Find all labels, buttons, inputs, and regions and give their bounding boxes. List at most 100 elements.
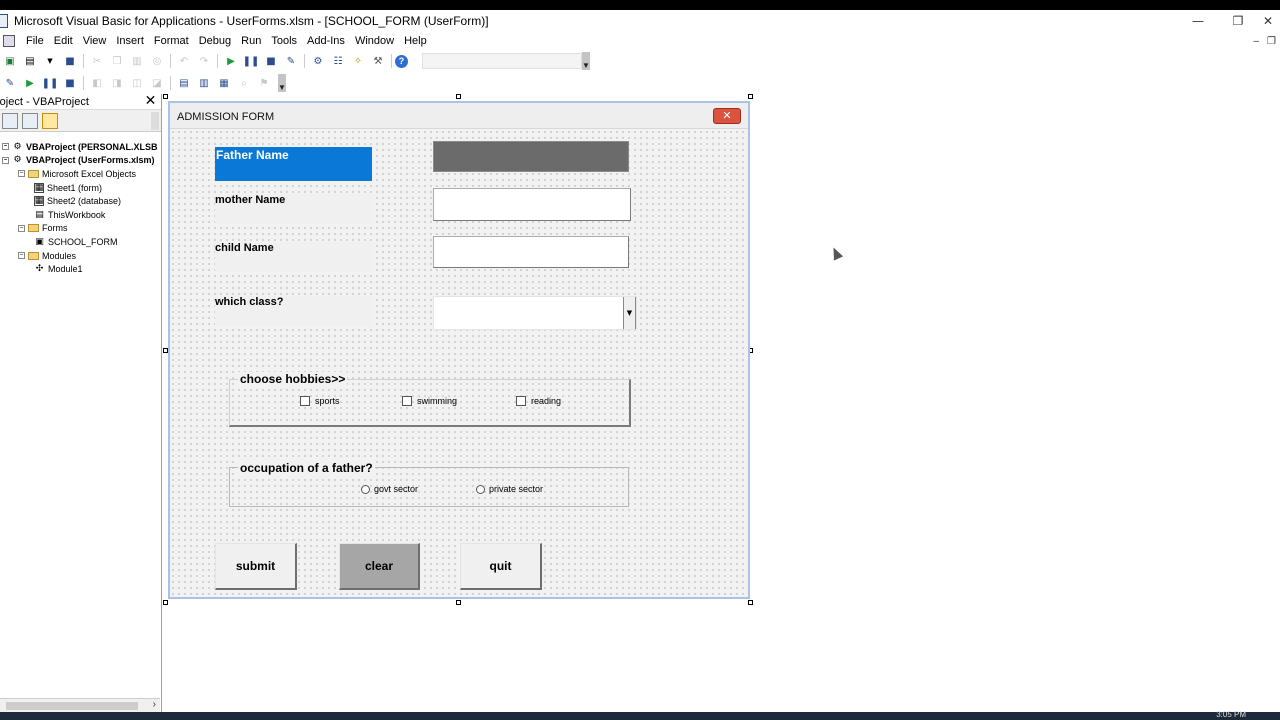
tree-item[interactable]: ▤ ThisWorkbook [0, 208, 161, 222]
tree-collapse-icon[interactable]: – [18, 252, 25, 260]
tree-item[interactable]: – Modules [0, 249, 161, 263]
menu-window[interactable]: Window [350, 35, 399, 47]
userform-admission[interactable]: ADMISSION FORM ✕ Father Name mother Name… [168, 101, 750, 599]
bring-front-icon[interactable]: ◧ [90, 76, 104, 90]
checkbox-icon[interactable] [516, 396, 526, 406]
help-icon[interactable]: ? [395, 54, 408, 68]
center-icon[interactable]: ▥ [197, 76, 211, 90]
tree-collapse-icon[interactable]: – [2, 143, 9, 151]
chevron-down-icon[interactable]: ▼ [623, 297, 636, 329]
menu-insert[interactable]: Insert [111, 35, 149, 47]
save-icon[interactable]: ■ [63, 54, 77, 68]
mdi-minimize-button[interactable]: – [1253, 36, 1259, 47]
resize-handle-nw[interactable] [163, 94, 168, 99]
zoom-icon[interactable]: ⌕ [237, 76, 251, 90]
tree-collapse-icon[interactable]: – [2, 156, 9, 164]
tree-item[interactable]: – Microsoft Excel Objects [0, 167, 161, 181]
undo-icon[interactable]: ↶ [177, 54, 191, 68]
radio-icon[interactable] [476, 484, 485, 494]
group-icon[interactable]: ◫ [130, 76, 144, 90]
make-same-size-icon[interactable]: ▦ [217, 76, 231, 90]
scroll-right-icon[interactable]: › [153, 699, 156, 710]
tree-item[interactable]: – ⚙ VBAProject (PERSONAL.XLSB [0, 140, 161, 154]
child-name-textbox[interactable] [433, 236, 629, 268]
send-back-icon[interactable]: ◨ [110, 76, 124, 90]
resize-handle-sw[interactable] [163, 600, 168, 605]
location-combo[interactable] [422, 53, 582, 69]
userform-close-button[interactable]: ✕ [713, 108, 741, 124]
class-combobox[interactable]: ▼ [433, 296, 637, 330]
run-form-icon[interactable]: ▶ [23, 76, 37, 90]
copy-icon[interactable]: ❐ [110, 54, 124, 68]
project-explorer-close-icon[interactable]: ✕ [144, 94, 157, 108]
menu-format[interactable]: Format [149, 35, 194, 47]
father-name-textbox[interactable] [433, 141, 629, 172]
resize-handle-s[interactable] [456, 600, 461, 605]
toolbar-options-icon[interactable]: ▼ [582, 52, 590, 70]
redo-icon[interactable]: ↷ [197, 54, 211, 68]
menu-tools[interactable]: Tools [266, 35, 302, 47]
view-object-icon[interactable] [22, 112, 38, 129]
which-class-label[interactable]: which class? [215, 296, 372, 326]
tree-item[interactable]: ▣ SCHOOL_FORM [0, 235, 161, 249]
ungroup-icon[interactable]: ◪ [150, 76, 164, 90]
properties-window-icon[interactable]: ☷ [331, 54, 345, 68]
checkbox-sports[interactable]: sports [300, 396, 340, 406]
close-window-button[interactable]: ✕ [1248, 10, 1280, 32]
userform-canvas[interactable]: Father Name mother Name child Name which… [170, 129, 748, 597]
child-name-label[interactable]: child Name [215, 242, 372, 272]
insert-userform-icon[interactable]: ▤ [23, 54, 37, 68]
break-icon[interactable]: ❚❚ [243, 54, 260, 68]
mother-name-textbox[interactable] [433, 188, 631, 221]
edit-mode-icon[interactable]: ✎ [3, 76, 17, 90]
resize-handle-se[interactable] [748, 600, 753, 605]
radio-private-sector[interactable]: private sector [476, 484, 543, 494]
stop-form-icon[interactable]: ■ [63, 76, 77, 90]
checkbox-icon[interactable] [300, 396, 310, 406]
checkbox-icon[interactable] [402, 396, 412, 406]
project-scrollbar[interactable] [151, 112, 159, 130]
toolbar2-options-icon[interactable]: ▼ [278, 74, 286, 92]
design-mode-icon[interactable]: ✎ [284, 54, 298, 68]
find-icon[interactable]: ◎ [150, 54, 164, 68]
tree-item[interactable]: – Forms [0, 222, 161, 236]
menu-edit[interactable]: Edit [49, 35, 78, 47]
tree-collapse-icon[interactable]: – [18, 224, 25, 232]
toggle-folders-icon[interactable] [42, 112, 58, 129]
resize-handle-ne[interactable] [748, 94, 753, 99]
clear-button[interactable]: clear [339, 543, 420, 590]
view-excel-icon[interactable]: ▣ [3, 54, 17, 68]
menu-view[interactable]: View [78, 35, 112, 47]
reset-icon[interactable]: ■ [264, 54, 278, 68]
project-explorer-icon[interactable]: ⚙ [311, 54, 325, 68]
tree-collapse-icon[interactable]: – [18, 170, 25, 178]
radio-govt-sector[interactable]: govt sector [361, 484, 418, 494]
cut-icon[interactable]: ✂ [90, 54, 104, 68]
radio-icon[interactable] [361, 484, 370, 494]
paste-icon[interactable]: ▥ [130, 54, 144, 68]
bookmark-icon[interactable]: ⚑ [257, 76, 271, 90]
mdi-child-icon[interactable] [3, 35, 15, 47]
father-name-label[interactable]: Father Name [215, 147, 372, 181]
object-browser-icon[interactable]: ✧ [351, 54, 365, 68]
checkbox-swimming[interactable]: swimming [402, 396, 457, 406]
tree-item[interactable]: – ⚙ VBAProject (UserForms.xlsm) [0, 154, 161, 168]
submit-button[interactable]: submit [215, 543, 297, 590]
checkbox-reading[interactable]: reading [516, 396, 561, 406]
quit-button[interactable]: quit [460, 543, 542, 590]
tree-item[interactable]: ✣ Module1 [0, 262, 161, 276]
mdi-restore-button[interactable]: ❐ [1267, 36, 1276, 47]
menu-debug[interactable]: Debug [194, 35, 236, 47]
mother-name-label[interactable]: mother Name [215, 194, 372, 224]
menu-help[interactable]: Help [399, 35, 432, 47]
pause-form-icon[interactable]: ❚❚ [42, 76, 59, 90]
tree-item[interactable]: ▦ Sheet1 (form) [0, 181, 161, 195]
resize-handle-n[interactable] [456, 94, 461, 99]
menu-run[interactable]: Run [236, 35, 266, 47]
project-horizontal-scrollbar[interactable]: › [0, 698, 160, 712]
scrollbar-thumb[interactable] [6, 702, 138, 710]
align-icon[interactable]: ▤ [177, 76, 191, 90]
minimize-button[interactable]: — [1178, 10, 1218, 32]
view-code-icon[interactable] [2, 112, 18, 129]
menu-file[interactable]: File [21, 35, 49, 47]
